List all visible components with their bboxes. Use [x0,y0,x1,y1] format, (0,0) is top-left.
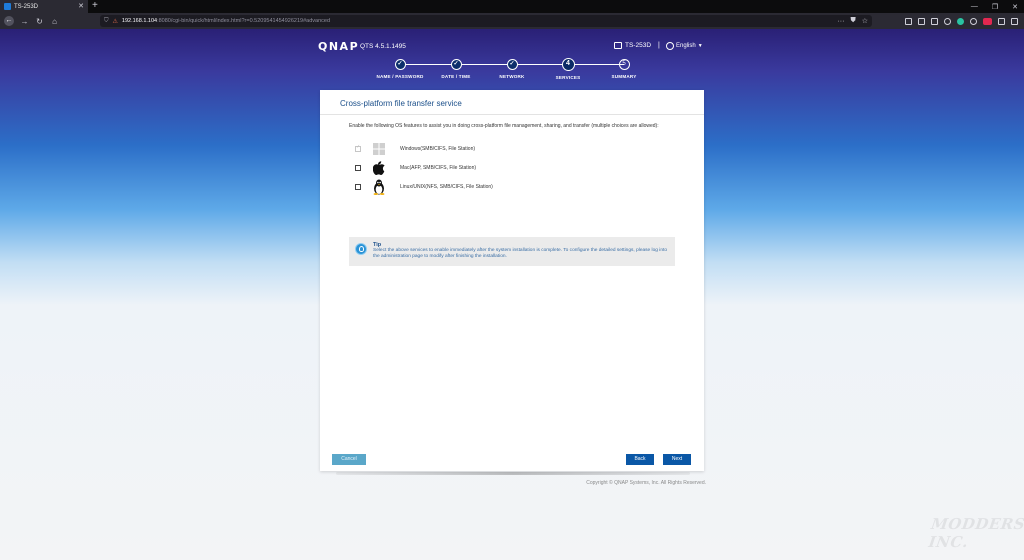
step-number: 4 [561,58,575,71]
modders-inc-watermark-logo: MODDERS INC. [927,515,1024,551]
tux-icon [370,179,388,195]
panel-title: Cross-platform file transfer service [340,99,462,108]
model-info: TS-253D [614,42,651,49]
page-actions-icon[interactable]: ··· [837,18,844,25]
menu-icon[interactable] [1011,17,1018,25]
option-label: Mac(AFP, SMB/CIFS, File Station) [400,165,477,171]
option-windows: Windows(SMB/CIFS, File Station) [355,141,475,157]
setup-stepper: ✓ NAME / PASSWORD ✓ DATE / TIME ✓ NETWOR… [370,58,654,85]
pocket-icon[interactable]: ⛊ [850,17,855,25]
browser-tab[interactable]: TS-253D ✕ [0,0,88,13]
forward-arrow-icon[interactable]: → [20,17,29,26]
insecure-lock-icon[interactable]: ⚠ [113,18,118,25]
tip-box: Tip Select the above services to enable … [349,237,675,266]
minimize-icon[interactable]: — [971,3,978,10]
mac-checkbox[interactable] [355,165,361,171]
browser-toolbar [905,15,1018,27]
extension-puzzle-icon[interactable] [998,17,1005,25]
tracking-shield-icon[interactable]: ⛉ [104,18,109,25]
cancel-button[interactable]: Cancel [332,454,366,465]
home-icon[interactable]: ⌂ [50,17,59,26]
step-network: ✓ NETWORK [482,59,542,79]
divider [320,114,704,115]
browser-tab-bar: TS-253D ✕ + — ❐ ✕ [0,0,1024,13]
extension-green-icon[interactable] [957,17,964,25]
step-label: DATE / TIME [441,74,471,79]
qts-version: QTS 4.5.1.1495 [360,43,406,50]
next-button[interactable]: Next [663,454,691,465]
url-actions: ··· ⛊ ☆ [837,15,868,27]
back-arrow-icon[interactable]: ← [4,16,14,26]
header-separator: | [658,42,660,49]
step-summary: 5 SUMMARY [594,59,654,79]
intro-text: Enable the following OS features to assi… [349,123,659,129]
lightbulb-icon [355,243,367,255]
tip-text: Select the above services to enable imme… [373,248,668,259]
new-tab-icon[interactable]: + [92,0,98,13]
model-name: TS-253D [625,42,652,49]
extension-icon[interactable] [944,17,951,25]
back-button[interactable]: Back [626,454,654,465]
url-text[interactable]: 192.168.1.104:8080/cgi-bin/quick/html/in… [122,18,330,24]
qnap-favicon-icon [4,3,11,10]
extension-red-icon[interactable] [983,17,992,25]
windows-checkbox [355,144,361,152]
option-label: Linux/UNIX(NFS, SMB/CIFS, File Station) [400,184,493,190]
step-label: NAME / PASSWORD [376,74,424,79]
services-panel: Cross-platform file transfer service Ena… [320,90,704,471]
option-mac[interactable]: Mac(AFP, SMB/CIFS, File Station) [355,160,476,176]
chevron-down-icon: ▼ [697,43,703,49]
apple-icon [370,160,388,176]
step-name-password: ✓ NAME / PASSWORD [370,59,430,79]
panel-shadow [336,472,690,475]
step-check-icon: ✓ [394,59,406,70]
close-window-icon[interactable]: ✕ [1012,3,1018,11]
option-label: Windows(SMB/CIFS, File Station) [400,146,476,152]
windows-icon [370,141,388,157]
tab-close-icon[interactable]: ✕ [78,3,84,10]
browser-nav-bar: ← → ↻ ⌂ ⛉ ⚠ 192.168.1.104:8080/cgi-bin/q… [0,13,1024,29]
step-check-icon: ✓ [506,59,518,70]
restore-icon[interactable]: ❐ [992,3,998,11]
language-label: English [676,43,696,49]
step-label: SERVICES [555,75,581,80]
qnap-setup-page: QNAP QTS 4.5.1.1495 TS-253D | English ▼ … [0,29,1024,560]
qnap-logo: QNAP [318,40,360,53]
reader-icon[interactable] [931,17,938,25]
url-bar[interactable]: ⛉ ⚠ 192.168.1.104:8080/cgi-bin/quick/htm… [100,15,872,27]
extension-dark-icon[interactable] [970,17,977,25]
bookmark-star-icon[interactable]: ☆ [862,17,868,25]
language-selector[interactable]: English ▼ [666,42,703,50]
sidebar-icon[interactable] [918,17,925,25]
step-check-icon: ✓ [450,59,462,70]
tab-title: TS-253D [14,3,39,10]
brand-header: QNAP QTS 4.5.1.1495 TS-253D | English ▼ [318,40,706,54]
linux-checkbox[interactable] [355,184,361,190]
step-number: 5 [618,59,630,70]
library-icon[interactable] [905,17,912,25]
copyright-text: Copyright © QNAP Systems, Inc. All Right… [586,480,706,486]
step-date-time: ✓ DATE / TIME [426,59,486,79]
option-linux[interactable]: Linux/UNIX(NFS, SMB/CIFS, File Station) [355,179,493,195]
step-label: SUMMARY [611,74,637,79]
globe-icon [666,42,674,50]
step-label: NETWORK [499,74,525,79]
reload-icon[interactable]: ↻ [35,17,44,26]
nas-icon [614,42,622,49]
window-controls: — ❐ ✕ [971,0,1018,13]
step-services: 4 SERVICES [538,58,598,80]
